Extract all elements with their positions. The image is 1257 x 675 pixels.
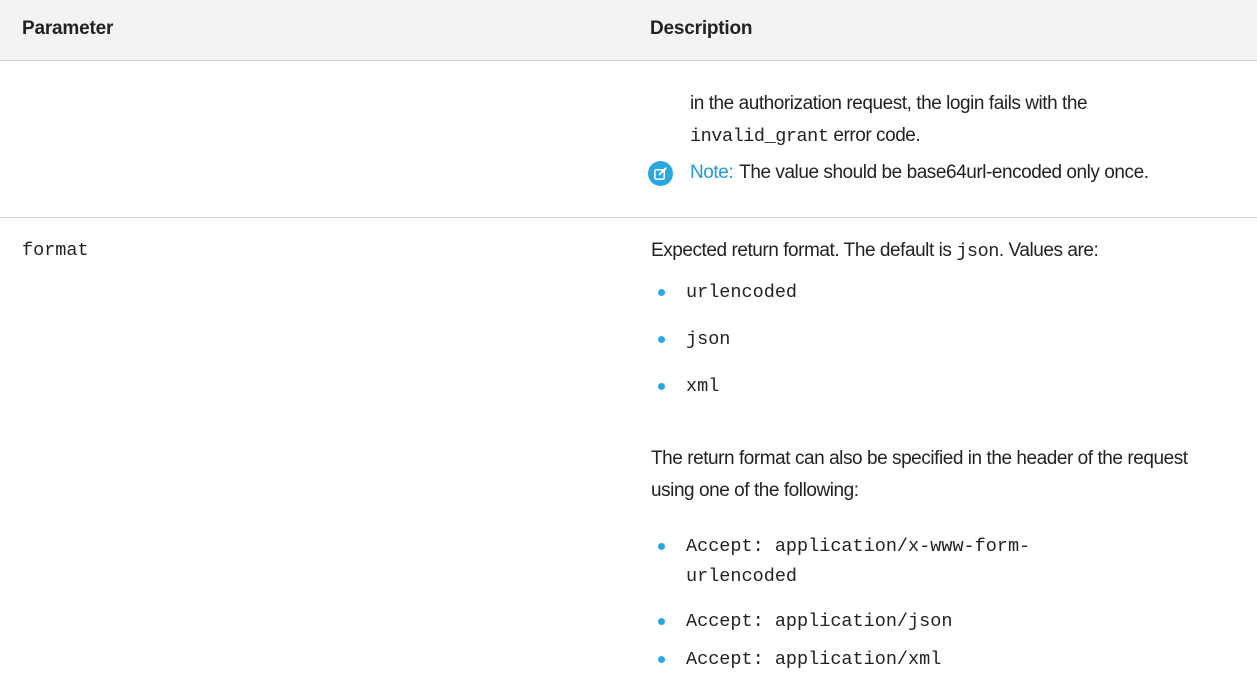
header-accept-xml: Accept: application/xml [686, 649, 942, 670]
list-item: json [658, 325, 1198, 355]
list-item: Accept: application/xml [658, 645, 1198, 675]
list-item: Accept: application/json [658, 607, 1198, 637]
format-header-description: The return format can also be specified … [651, 448, 1188, 501]
continued-text-before: in the authorization request, the login … [690, 93, 1088, 114]
format-description-intro: Expected return format. The default is j… [651, 240, 1099, 262]
list-item: urlencoded [658, 278, 1198, 308]
bullet-dot-icon [658, 656, 665, 663]
table-header-row: Parameter Description [0, 0, 1257, 61]
bullet-dot-icon [658, 543, 665, 550]
value-json: json [686, 329, 731, 350]
intro-text-after: . Values are: [998, 240, 1099, 261]
value-urlencoded: urlencoded [686, 282, 798, 303]
default-json-code: json [956, 241, 999, 262]
bullet-dot-icon [658, 289, 665, 296]
intro-text-before: Expected return format. The default is [651, 240, 952, 261]
continued-text-after: error code. [833, 125, 921, 146]
bullet-dot-icon [658, 336, 665, 343]
note-edit-icon [648, 160, 673, 186]
bullet-dot-icon [658, 618, 665, 625]
parameter-format: format [22, 240, 89, 261]
list-item: xml [658, 372, 1198, 402]
header-accept-json: Accept: application/json [686, 611, 953, 632]
row-divider [0, 217, 1257, 218]
column-header-description: Description [650, 18, 753, 39]
note-callout: Note: The value should be base64url-enco… [648, 157, 1149, 189]
header-accept-form-urlencoded: Accept: application/x-www-form-urlencode… [686, 536, 1031, 587]
value-xml: xml [686, 376, 720, 397]
note-text: The value should be base64url-encoded on… [739, 162, 1149, 183]
invalid-grant-code: invalid_grant [690, 126, 829, 147]
continued-description-text: in the authorization request, the login … [690, 88, 1190, 153]
list-item: Accept: application/x-www-form-urlencode… [658, 532, 1198, 592]
note-label: Note: [690, 162, 734, 183]
column-header-parameter: Parameter [22, 18, 114, 39]
bullet-dot-icon [658, 383, 665, 390]
